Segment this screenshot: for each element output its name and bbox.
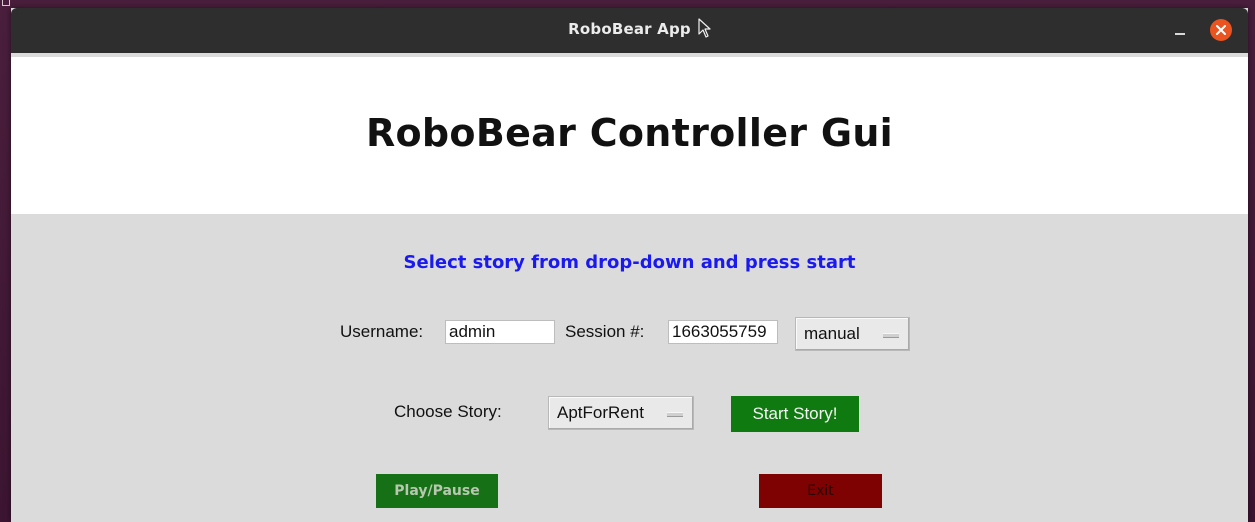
story-dropdown-value: AptForRent [557,403,644,422]
exit-button[interactable]: Exit [759,474,882,508]
desktop-corner-mark [2,0,10,6]
session-field[interactable]: 1663055759 [668,320,778,344]
instruction-text: Select story from drop-down and press st… [403,252,856,273]
username-label: Username: [340,322,424,341]
username-field[interactable]: admin [445,320,555,344]
dropdown-indicator-icon [883,333,899,338]
desktop-background: RoboBear App RoboBear Controller Gui Sel… [0,0,1255,522]
mode-dropdown-value: manual [804,324,860,343]
session-label: Session #: [565,322,645,341]
mouse-cursor-icon [698,18,711,38]
minimize-button[interactable] [1170,20,1192,42]
page-title: RoboBear Controller Gui [365,111,894,155]
play-pause-button[interactable]: Play/Pause [376,474,498,508]
mode-dropdown[interactable]: manual [795,317,910,351]
story-dropdown[interactable]: AptForRent [548,396,694,430]
choose-story-label: Choose Story: [394,402,502,421]
close-button[interactable] [1210,19,1232,41]
start-story-button[interactable]: Start Story! [731,396,859,432]
close-icon [1216,25,1226,35]
window-title: RoboBear App [568,20,691,38]
app-window: RoboBear App RoboBear Controller Gui Sel… [11,8,1248,522]
dropdown-indicator-icon [667,412,683,417]
header-panel: RoboBear Controller Gui [11,57,1248,214]
window-titlebar[interactable]: RoboBear App [11,8,1248,53]
